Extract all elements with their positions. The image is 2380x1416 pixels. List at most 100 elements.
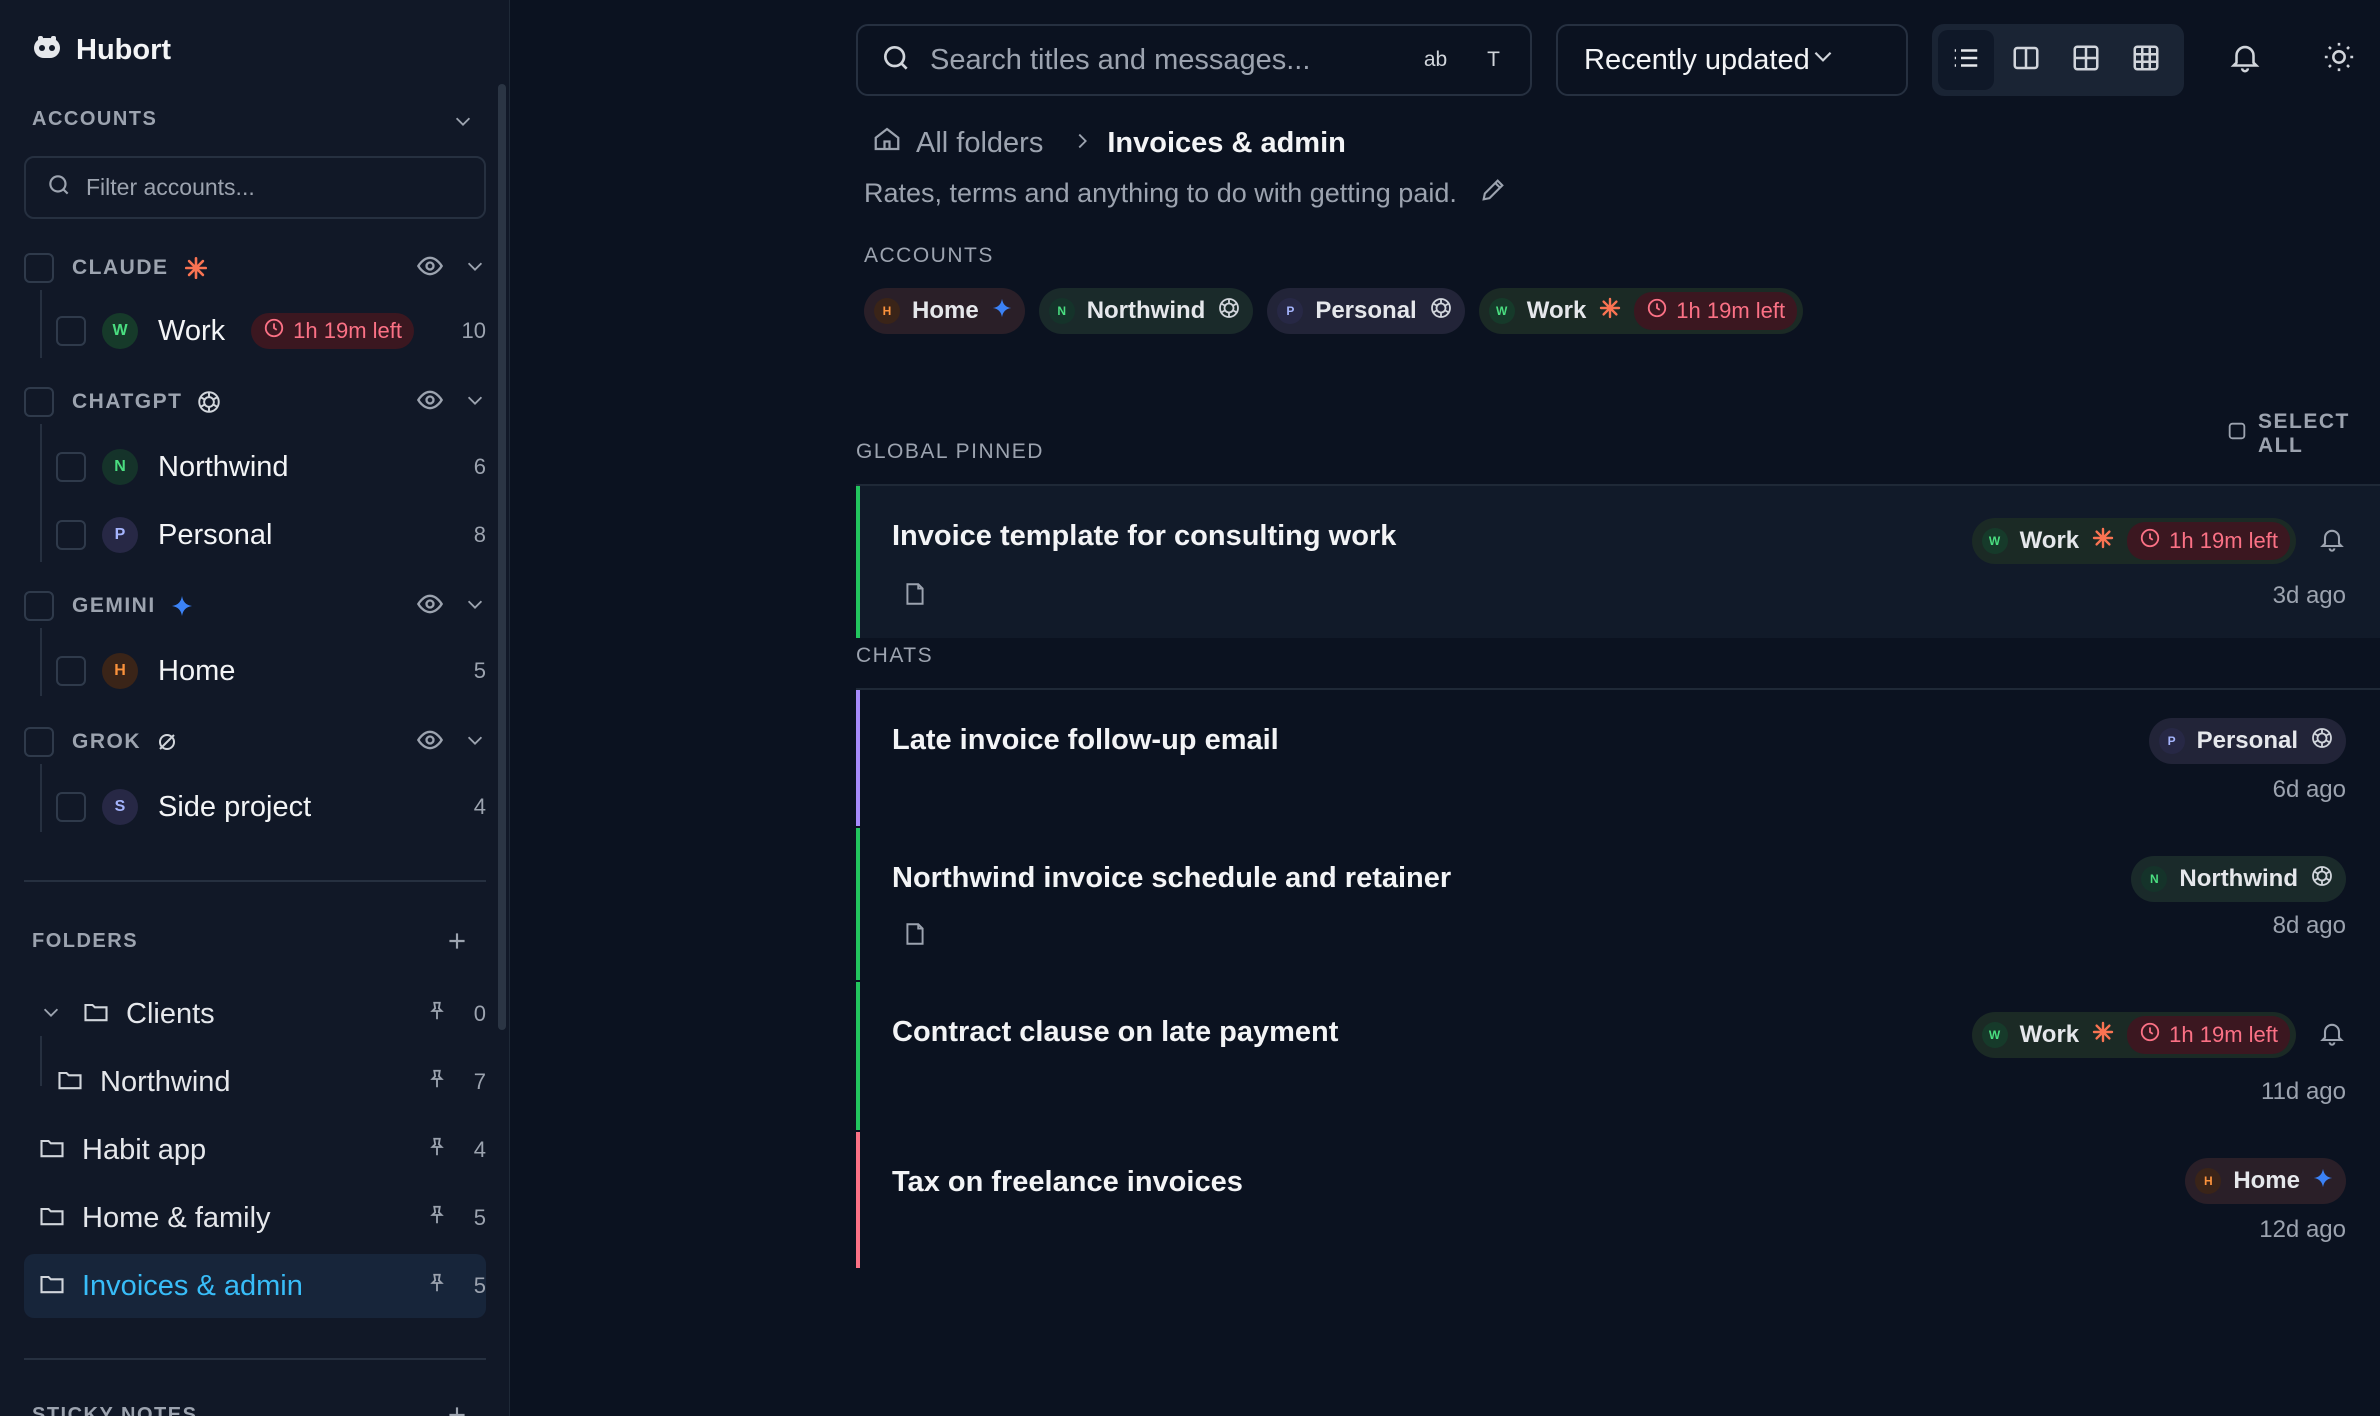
account-chip-work[interactable]: W Work 1h 19m left	[1971, 1012, 2296, 1058]
chip-avatar: H	[874, 298, 900, 324]
account-checkbox[interactable]	[56, 656, 86, 686]
provider-grok-checkbox[interactable]	[24, 727, 54, 757]
reminder-bell-icon[interactable]	[2318, 1019, 2346, 1052]
sort-value: Recently updated	[1584, 43, 1810, 76]
list-view-button[interactable]	[1938, 30, 1994, 90]
chat-item[interactable]: Contract clause on late payment W Work 1…	[856, 982, 2380, 1130]
notifications-bell-icon[interactable]	[2228, 40, 2262, 79]
gemini-logo-icon	[170, 594, 194, 618]
account-chip-home[interactable]: H Home	[2185, 1158, 2346, 1204]
pin-icon[interactable]	[426, 1136, 448, 1164]
chevron-down-icon	[1810, 43, 1836, 77]
sort-dropdown[interactable]: Recently updated	[1556, 24, 1908, 96]
account-row-personal[interactable]: P Personal 8	[56, 512, 486, 558]
add-sticky-note-plus-icon[interactable]	[444, 1402, 470, 1416]
add-folder-plus-icon[interactable]	[444, 928, 470, 959]
chip-label: Personal	[2196, 727, 2298, 754]
account-chip-home[interactable]: H Home	[864, 288, 1025, 334]
provider-gemini[interactable]: GEMINI	[24, 586, 486, 626]
account-chip-northwind[interactable]: N Northwind	[1038, 288, 1254, 334]
account-checkbox[interactable]	[56, 452, 86, 482]
timer-text: 1h 19m left	[2169, 528, 2278, 553]
provider-chatgpt-checkbox[interactable]	[24, 387, 54, 417]
brand: Hubort	[32, 34, 171, 67]
chat-count: 5	[473, 658, 486, 683]
folder-invoices-admin[interactable]: Invoices & admin 5	[24, 1254, 486, 1318]
account-chip-personal[interactable]: P Personal	[2148, 718, 2346, 764]
provider-grok[interactable]: GROK	[24, 722, 486, 762]
accounts-header: ACCOUNTS	[32, 108, 158, 130]
account-row-work[interactable]: W Work 1h 19m left 10	[56, 308, 486, 354]
folder-clients[interactable]: Clients 0	[40, 990, 486, 1038]
edit-pencil-icon[interactable]	[1479, 176, 1507, 211]
split-view-button[interactable]	[1998, 30, 2054, 90]
provider-claude[interactable]: CLAUDE	[24, 248, 486, 288]
sidebar-scrollbar[interactable]	[498, 84, 506, 1030]
pin-icon[interactable]	[426, 1204, 448, 1232]
claude-logo-icon	[1598, 296, 1622, 327]
folder-icon	[82, 998, 110, 1031]
chevron-down-icon[interactable]	[40, 1001, 62, 1028]
account-checkbox[interactable]	[56, 316, 86, 346]
dense-grid-view-button[interactable]	[2118, 30, 2174, 90]
provider-name: CHATGPT	[72, 390, 183, 413]
breadcrumb-all-folders[interactable]: All folders	[916, 127, 1043, 160]
folder-home-family[interactable]: Home & family 5	[38, 1194, 486, 1242]
title-only-toggle[interactable]: T	[1487, 48, 1500, 72]
chat-item[interactable]: Invoice template for consulting work W W…	[856, 486, 2380, 638]
reminder-bell-icon[interactable]	[2318, 525, 2346, 558]
folder-count: 7	[473, 1069, 486, 1094]
account-row-home[interactable]: H Home 5	[56, 648, 486, 694]
pin-icon[interactable]	[426, 1068, 448, 1096]
clock-icon	[263, 317, 285, 345]
provider-chatgpt[interactable]: CHATGPT	[24, 382, 486, 422]
account-name: Personal	[158, 518, 273, 551]
account-checkbox[interactable]	[56, 792, 86, 822]
search-icon	[46, 172, 72, 204]
tree-line	[40, 764, 42, 832]
chip-avatar: W	[1981, 1022, 2008, 1048]
chevron-down-icon[interactable]	[464, 389, 486, 416]
folder-northwind[interactable]: Northwind 7	[56, 1058, 486, 1106]
accounts-collapse-chevron-icon[interactable]	[452, 110, 474, 137]
chat-title: Invoice template for consulting work	[892, 520, 1397, 552]
folder-habit-app[interactable]: Habit app 4	[38, 1126, 486, 1174]
pin-icon[interactable]	[426, 1000, 448, 1028]
chat-count: 8	[473, 522, 486, 547]
match-case-toggle[interactable]: ab	[1424, 48, 1447, 72]
account-row-side-project[interactable]: S Side project 4	[56, 784, 486, 830]
account-filter-input[interactable]: Filter accounts...	[24, 156, 486, 219]
account-checkbox[interactable]	[56, 520, 86, 550]
select-all-button[interactable]: SELECT ALL	[2226, 410, 2380, 458]
chevron-down-icon[interactable]	[464, 593, 486, 620]
visibility-eye-icon[interactable]	[416, 726, 444, 759]
chip-avatar: N	[1048, 298, 1075, 324]
provider-gemini-checkbox[interactable]	[24, 591, 54, 621]
chip-avatar: W	[1981, 528, 2008, 554]
sticky-notes-header: STICKY NOTES	[32, 1404, 198, 1416]
home-icon[interactable]	[872, 124, 902, 162]
account-chip-work[interactable]: W Work 1h 19m left	[1478, 288, 1804, 334]
chat-item[interactable]: Northwind invoice schedule and retainer …	[856, 828, 2380, 980]
theme-sun-icon[interactable]	[2322, 40, 2356, 79]
chat-item[interactable]: Tax on freelance invoices H Home 12d ago	[856, 1132, 2380, 1268]
grid-view-button[interactable]	[2058, 30, 2114, 90]
chevron-down-icon[interactable]	[464, 255, 486, 282]
gemini-logo-icon	[991, 297, 1013, 326]
chevron-down-icon[interactable]	[464, 729, 486, 756]
visibility-eye-icon[interactable]	[416, 590, 444, 623]
provider-claude-checkbox[interactable]	[24, 253, 54, 283]
chat-count: 6	[473, 454, 486, 479]
account-chip-work[interactable]: W Work 1h 19m left	[1971, 518, 2296, 564]
chat-title: Tax on freelance invoices	[892, 1166, 1243, 1198]
visibility-eye-icon[interactable]	[416, 252, 444, 285]
chip-avatar: W	[1488, 298, 1515, 324]
avatar: P	[102, 517, 138, 553]
search-input[interactable]: Search titles and messages... ab T	[856, 24, 1532, 96]
account-row-northwind[interactable]: N Northwind 6	[56, 444, 486, 490]
pin-icon[interactable]	[426, 1272, 448, 1300]
account-chip-northwind[interactable]: N Northwind	[2131, 856, 2346, 902]
account-chip-personal[interactable]: P Personal	[1267, 288, 1465, 334]
chat-item[interactable]: Late invoice follow-up email P Personal …	[856, 690, 2380, 826]
visibility-eye-icon[interactable]	[416, 386, 444, 419]
